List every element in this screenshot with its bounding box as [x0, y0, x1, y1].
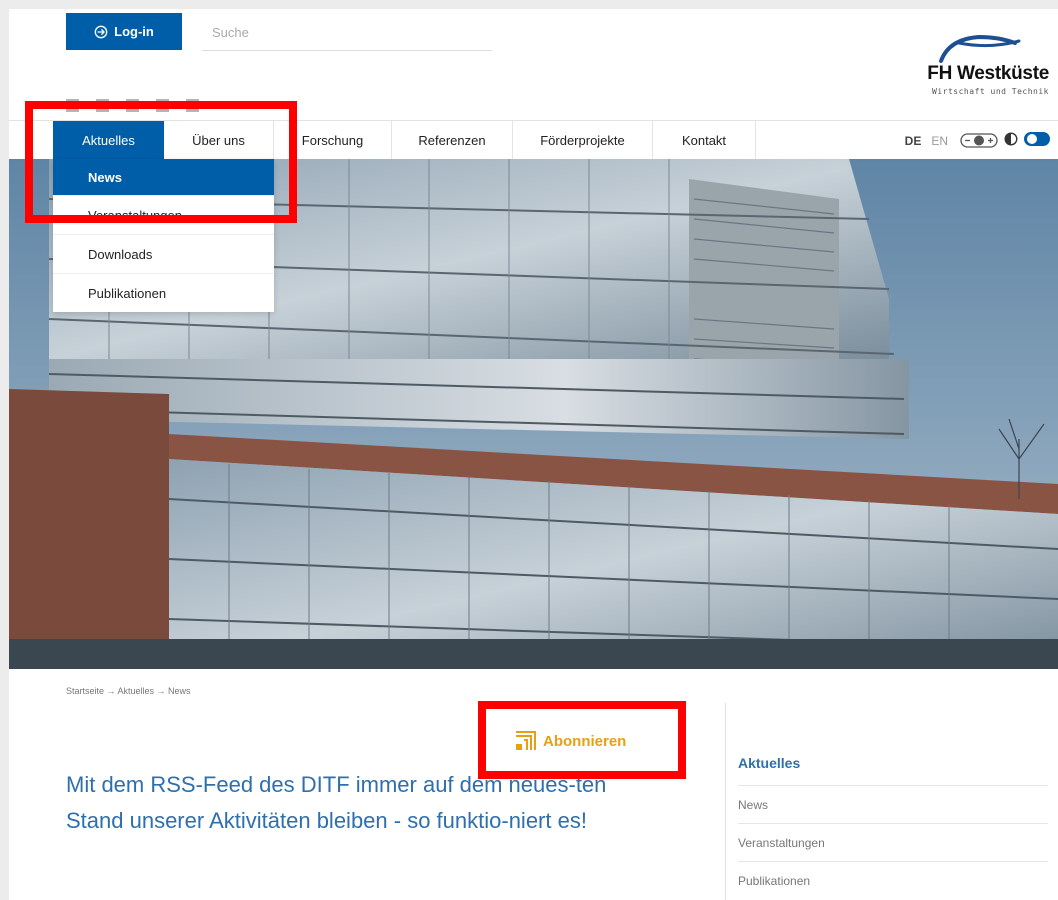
logo-name: FH Westküste	[927, 63, 1049, 84]
aktuelles-dropdown: News Veranstaltungen Downloads Publikati…	[53, 159, 274, 312]
sidebar: Aktuelles News Veranstaltungen Publikati…	[725, 703, 1055, 900]
contrast-controls	[1004, 132, 1050, 146]
sidebar-item-publikationen[interactable]: Publikationen	[738, 861, 1048, 899]
main-nav: Aktuelles Über uns Forschung Referenzen …	[9, 120, 1058, 160]
logo-tagline: Wirtschaft und Technik	[932, 87, 1049, 96]
nav-item-kontakt[interactable]: Kontakt	[653, 121, 756, 160]
dropdown-item-veranstaltungen[interactable]: Veranstaltungen	[53, 195, 274, 234]
xing-icon[interactable]	[186, 99, 199, 112]
subscribe-button[interactable]: Abonnieren	[515, 730, 626, 752]
social-links	[66, 99, 199, 112]
login-arrow-icon	[94, 25, 108, 38]
language-switch: DE EN	[905, 121, 948, 160]
dropdown-item-publikationen[interactable]: Publikationen	[53, 273, 274, 312]
page-frame: Log-in FH Westküste Wirtschaft und Techn…	[9, 9, 1058, 900]
dropdown-item-downloads[interactable]: Downloads	[53, 234, 274, 273]
sidebar-item-news[interactable]: News	[738, 785, 1048, 823]
search-input[interactable]	[202, 15, 492, 51]
dropdown-item-news[interactable]: News	[53, 159, 274, 195]
dark-mode-switch[interactable]	[1024, 132, 1050, 146]
nav-item-forschung[interactable]: Forschung	[274, 121, 392, 160]
facebook-icon[interactable]	[66, 99, 79, 112]
nav-item-aktuelles[interactable]: Aktuelles	[53, 121, 164, 160]
login-label: Log-in	[114, 24, 154, 39]
linkedin-icon[interactable]	[126, 99, 139, 112]
page-headline: Mit dem RSS-Feed des DITF immer auf dem …	[66, 772, 607, 833]
sidebar-item-veranstaltungen[interactable]: Veranstaltungen	[738, 823, 1048, 861]
subscribe-label: Abonnieren	[543, 732, 627, 750]
breadcrumb: Startseite → Aktuelles → News	[66, 686, 191, 696]
lang-de[interactable]: DE	[905, 134, 922, 148]
nav-item-foerderprojekte[interactable]: Förderprojekte	[513, 121, 653, 160]
sidebar-title: Aktuelles	[738, 755, 801, 771]
contrast-toggle-icon[interactable]	[1004, 132, 1018, 146]
nav-item-ueber-uns[interactable]: Über uns	[164, 121, 274, 160]
lang-en[interactable]: EN	[931, 134, 948, 148]
logo[interactable]: FH Westküste Wirtschaft und Technik	[919, 29, 1053, 109]
font-size-icon[interactable]	[960, 133, 998, 148]
rss-feed-icon	[516, 731, 536, 750]
instagram-icon[interactable]	[96, 99, 109, 112]
youtube-icon[interactable]	[156, 99, 169, 112]
nav-item-referenzen[interactable]: Referenzen	[392, 121, 513, 160]
login-button[interactable]: Log-in	[66, 13, 182, 50]
